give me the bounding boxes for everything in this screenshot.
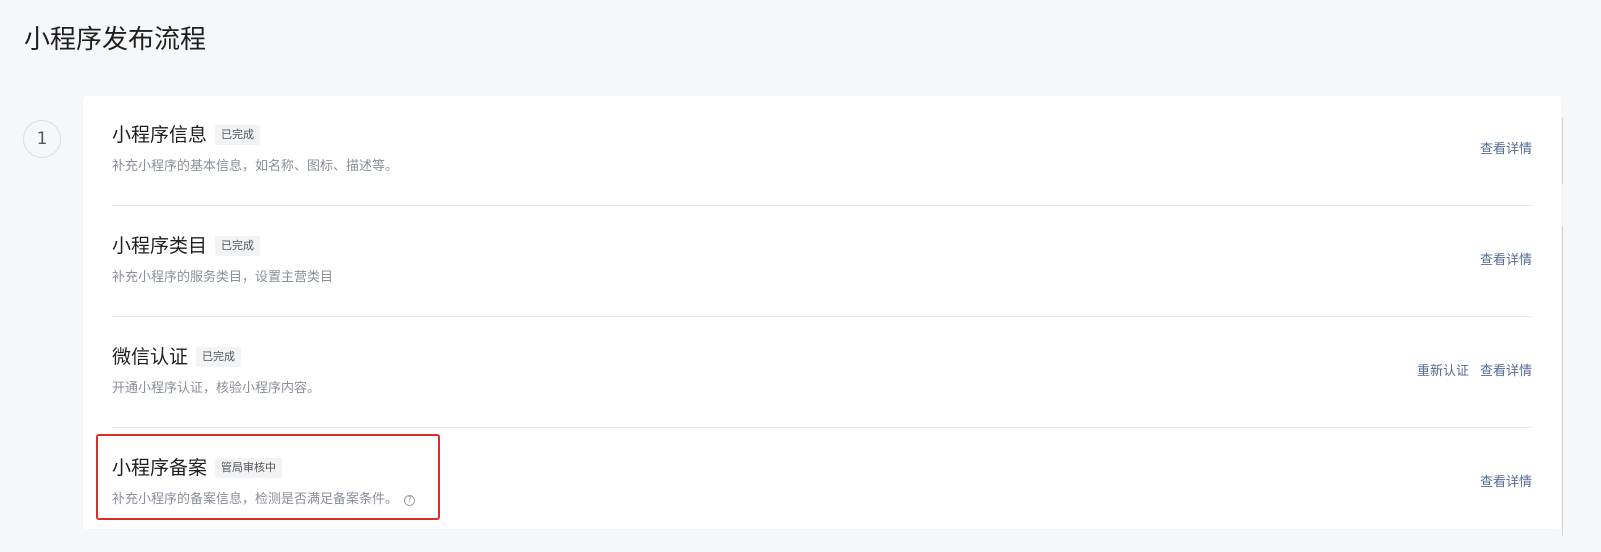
step-description: 补充小程序的备案信息，检测是否满足备案条件。 (112, 492, 399, 507)
step-actions: 查看详情 (1480, 140, 1532, 160)
question-circle-icon[interactable]: ? (404, 494, 416, 506)
step-description: 开通小程序认证，核验小程序内容。 (112, 381, 321, 396)
view-details-link[interactable]: 查看详情 (1480, 251, 1532, 271)
view-details-link[interactable]: 查看详情 (1480, 362, 1532, 382)
view-details-link[interactable]: 查看详情 (1480, 140, 1532, 160)
step-title: 小程序信息 (112, 124, 208, 146)
step-description: 补充小程序的服务类目，设置主营类目 (112, 270, 334, 285)
step-row-mini-program-info: 小程序信息 已完成 补充小程序的基本信息，如名称、图标、描述等。 查看详情 (112, 96, 1532, 206)
view-details-link[interactable]: 查看详情 (1480, 473, 1532, 493)
status-badge: 已完成 (196, 347, 242, 367)
status-badge: 已完成 (215, 125, 261, 145)
step-number-circle: 1 (23, 120, 61, 158)
step-title: 小程序类目 (112, 235, 208, 257)
edge-divider (1562, 118, 1563, 184)
step-actions: 查看详情 (1480, 473, 1532, 493)
step-row-wechat-verification: 微信认证 已完成 开通小程序认证，核验小程序内容。 重新认证 查看详情 (112, 318, 1532, 428)
page-title: 小程序发布流程 (24, 25, 207, 55)
reverify-link[interactable]: 重新认证 (1417, 362, 1469, 382)
step-row-filing: 小程序备案 管局审核中 补充小程序的备案信息，检测是否满足备案条件。 ? 查看详… (112, 429, 1532, 539)
step-actions: 重新认证 查看详情 (1417, 362, 1532, 382)
step-row-category: 小程序类目 已完成 补充小程序的服务类目，设置主营类目 查看详情 (112, 207, 1532, 317)
step-description: 补充小程序的基本信息，如名称、图标、描述等。 (112, 159, 399, 174)
status-badge: 管局审核中 (215, 458, 283, 478)
status-badge: 已完成 (215, 236, 261, 256)
step-title: 小程序备案 (112, 457, 208, 479)
step-description-wrap: 补充小程序的备案信息，检测是否满足备案条件。 ? (112, 490, 416, 510)
step-title: 微信认证 (112, 346, 189, 368)
step-actions: 查看详情 (1480, 251, 1532, 271)
edge-divider (1562, 226, 1563, 536)
publish-steps-card: 小程序信息 已完成 补充小程序的基本信息，如名称、图标、描述等。 查看详情 小程… (83, 96, 1561, 529)
